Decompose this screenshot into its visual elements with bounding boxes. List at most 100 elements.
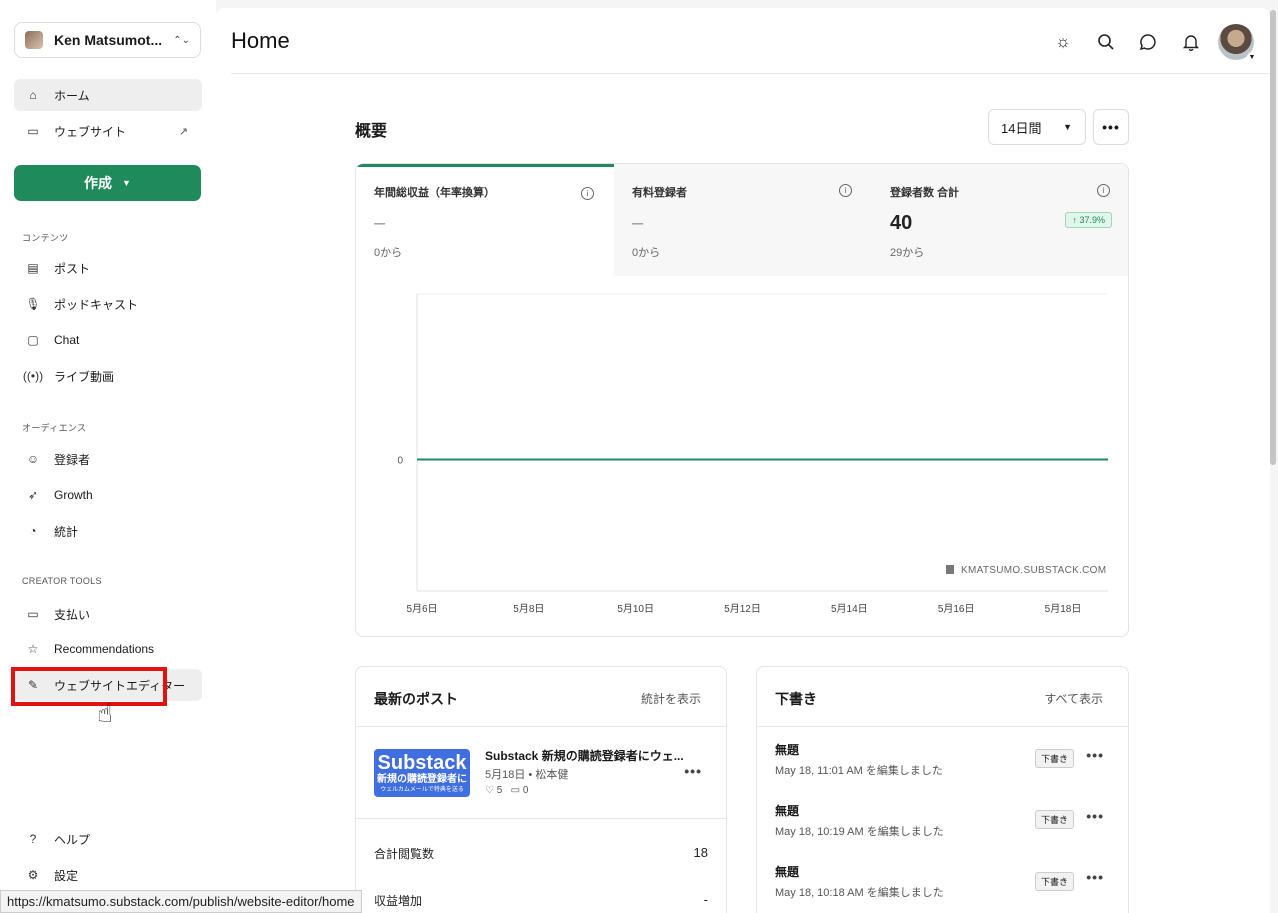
theme-toggle[interactable]: ☼ <box>1053 32 1073 52</box>
nav-payments-label: 支払い <box>54 607 91 622</box>
stat-from: 0から <box>632 247 661 259</box>
chart-x-tick-label: 5月12日 <box>724 603 761 615</box>
nav-help-label: ヘルプ <box>54 832 91 847</box>
stat-annual-revenue[interactable]: 年間総収益（年率換算） i – 0から <box>356 164 614 276</box>
stat-from: 29から <box>890 247 925 259</box>
nav-podcast[interactable]: 🎙 ポッドキャスト <box>14 288 202 320</box>
account-name: Ken Matsumot... <box>54 32 163 48</box>
account-switcher[interactable]: Ken Matsumot... ⌃⌄ <box>14 22 201 58</box>
bell-icon <box>1182 35 1200 51</box>
thumb-line3: ウェルカムメールで特典を送る <box>380 787 464 793</box>
section-tools-label: CREATOR TOOLS <box>22 576 102 586</box>
post-meta: 5月18日 • 松本健 <box>485 769 569 781</box>
chart-x-tick-label: 5月10日 <box>617 603 654 615</box>
info-icon[interactable]: i <box>839 184 852 197</box>
help-circle-icon: ? <box>29 832 37 846</box>
view-stats-link[interactable]: 統計を表示 <box>641 690 701 707</box>
stat-from: 0から <box>374 247 403 259</box>
view-all-link[interactable]: すべて表示 <box>1044 690 1103 707</box>
stat-value: – <box>374 212 386 234</box>
comment-icon: ▭ <box>510 785 521 796</box>
change-value: 37.9% <box>1079 215 1105 225</box>
nav-growth[interactable]: ➶ Growth <box>14 479 202 511</box>
credit-card-icon: ▭ <box>27 607 39 621</box>
chart-x-tick-label: 5月16日 <box>938 603 975 615</box>
nav-website-label: ウェブサイト <box>54 124 127 139</box>
account-avatar <box>25 31 43 49</box>
chat-bubble-icon: ▢ <box>27 333 39 347</box>
total-views-value: 18 <box>693 845 708 860</box>
overview-title: 概要 <box>355 123 388 140</box>
nav-subscribers-label: 登録者 <box>54 452 91 467</box>
nav-chat[interactable]: ▢ Chat <box>14 324 202 356</box>
overview-more-button[interactable]: ••• <box>1093 109 1129 145</box>
subscriber-chart: 0 5月6日 5月8日 5月10日 5月12日 5月14日 5月16日 5月18日 KMATSU… <box>397 293 1108 615</box>
caret-down-icon: ▼ <box>1063 122 1072 132</box>
nav-posts[interactable]: ▤ ポスト <box>14 252 202 284</box>
info-icon[interactable]: i <box>1097 184 1110 197</box>
arrow-up-icon: ↑ <box>1072 215 1077 225</box>
stats-card: 年間総収益（年率換算） i – 0から 有料登録者 i – 0から 登録者数 合… <box>355 163 1129 637</box>
post-title[interactable]: Substack 新規の購読登録者にウェ... <box>485 747 684 764</box>
chart-x-tick-label: 5月14日 <box>831 603 868 615</box>
nav-stats[interactable]: ◔ 統計 <box>14 515 202 547</box>
nav-posts-label: ポスト <box>54 261 91 276</box>
search-button[interactable] <box>1096 32 1116 52</box>
thumb-line1: Substack <box>377 752 467 774</box>
draft-meta: May 18, 11:01 AM を編集しました <box>775 765 943 777</box>
nav-home[interactable]: ⌂ ホーム <box>14 79 202 111</box>
nav-live-label: ライブ動画 <box>54 369 115 384</box>
draft-title[interactable]: 無題 <box>775 741 799 758</box>
chevron-updown-icon: ⌃⌄ <box>173 34 190 46</box>
info-icon[interactable]: i <box>581 187 594 200</box>
bookmark-icon <box>946 565 954 574</box>
nav-podcast-label: ポッドキャスト <box>54 297 139 312</box>
draft-badge: 下書き <box>1034 749 1074 768</box>
nav-help[interactable]: ? ヘルプ <box>14 823 202 855</box>
divider <box>356 818 726 819</box>
sun-icon: ☼ <box>1055 32 1071 51</box>
stat-label: 登録者数 合計 <box>890 187 960 199</box>
post-thumbnail[interactable]: Substack 新規の購読登録者に ウェルカムメールで特典を送る <box>374 749 470 797</box>
nav-home-label: ホーム <box>54 88 90 103</box>
nav-website[interactable]: ▭ ウェブサイト ↗ <box>14 115 202 147</box>
chat-button[interactable] <box>1138 32 1158 52</box>
scrollbar[interactable] <box>1270 10 1276 465</box>
heart-icon: ♡ <box>485 785 494 796</box>
chart-watermark: KMATSUMO.SUBSTACK.COM <box>961 565 1106 576</box>
comments-count: 0 <box>522 785 529 796</box>
avatar-caret-icon: ▼ <box>1247 52 1257 62</box>
nav-stats-label: 統計 <box>54 524 79 539</box>
search-icon <box>1098 34 1114 50</box>
revenue-increase-value: - <box>703 892 708 907</box>
likes-count: 5 <box>496 785 503 796</box>
create-button[interactable]: 作成 ▼ <box>14 165 201 201</box>
browser-icon: ▭ <box>27 124 39 138</box>
divider <box>757 726 1128 727</box>
post-more-button[interactable]: ••• <box>684 763 702 779</box>
period-select[interactable]: 14日間 ▼ <box>988 109 1086 145</box>
stat-value: – <box>632 212 644 234</box>
divider <box>356 726 726 727</box>
nav-payments[interactable]: ▭ 支払い <box>14 598 202 630</box>
gear-icon: ⚙ <box>27 868 39 882</box>
header-divider <box>231 73 1270 74</box>
draft-title[interactable]: 無題 <box>775 802 799 819</box>
nav-settings[interactable]: ⚙ 設定 <box>14 859 202 891</box>
caret-down-icon: ▼ <box>122 178 131 188</box>
nav-live[interactable]: ((•)) ライブ動画 <box>14 360 202 392</box>
stat-total-subscribers[interactable]: 登録者数 合計 i 40 29から ↑ 37.9% <box>872 164 1128 276</box>
draft-more-button[interactable]: ••• <box>1086 808 1104 824</box>
user-circle-icon: ☺ <box>26 452 40 466</box>
notifications-button[interactable] <box>1181 32 1201 52</box>
draft-title[interactable]: 無題 <box>775 863 799 880</box>
nav-recommendations[interactable]: ☆ Recommendations <box>14 633 202 665</box>
home-icon: ⌂ <box>29 88 37 102</box>
draft-more-button[interactable]: ••• <box>1086 869 1104 885</box>
draft-more-button[interactable]: ••• <box>1086 747 1104 763</box>
latest-posts-card: 最新のポスト 統計を表示 Substack 新規の購読登録者に ウェルカムメール… <box>355 666 727 913</box>
stat-label: 有料登録者 <box>632 187 687 199</box>
stat-paid-subscribers[interactable]: 有料登録者 i – 0から <box>614 164 872 276</box>
nav-subscribers[interactable]: ☺ 登録者 <box>14 443 202 475</box>
microphone-icon: 🎙 <box>25 297 41 311</box>
